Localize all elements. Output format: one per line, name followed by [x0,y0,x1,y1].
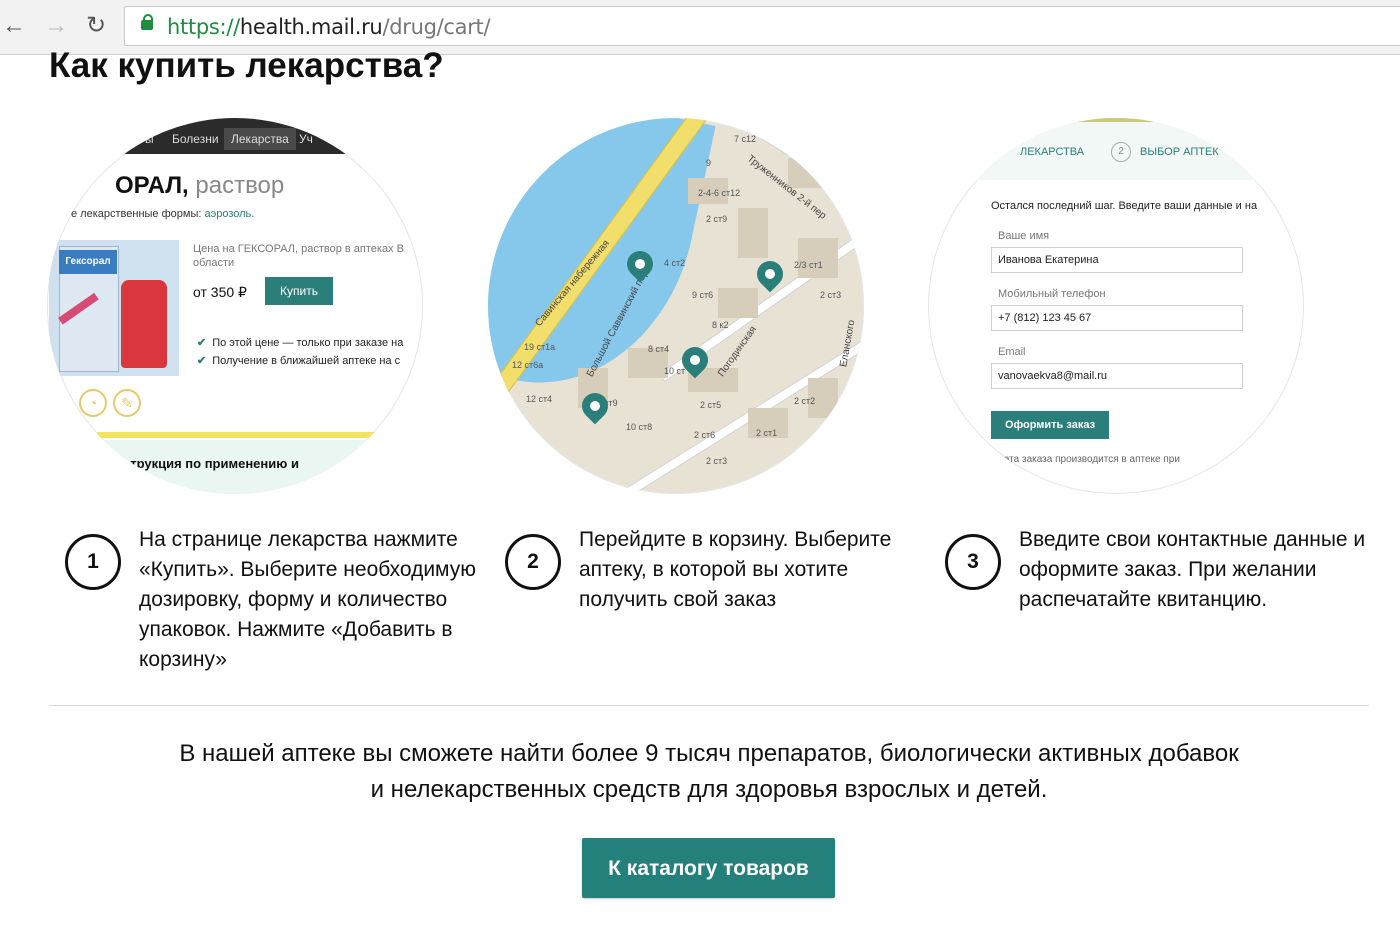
name-field: Иванова Екатерина [991,247,1243,273]
drug-forms: е лекарственные формы: аэрозоль. [71,208,255,220]
reload-icon[interactable]: ↻ [82,12,110,40]
step-text-2: Перейдите в корзину. Выберите аптеку, в … [579,528,892,611]
drug-package-image: Гексорал [49,240,179,376]
step-number-3: 3 [945,534,1001,590]
price-value: от 350 ₽ [193,284,247,300]
back-icon[interactable]: ← [0,12,28,40]
illustration-map: Савинская набережная Большой Саввинский … [488,118,864,494]
forward-icon[interactable]: → [42,12,70,40]
check-icon: ✔ [197,355,207,367]
menu-item-drugs: Лекарства [224,128,296,150]
site-menu: ы Болезни Лекарства Уч [47,118,423,154]
email-label: Email [998,346,1026,358]
menu-item-partial: ы [145,132,154,146]
address-bar[interactable]: https://health.mail.ru/drug/cart/ [124,6,1400,46]
name-label: Ваше имя [998,230,1050,242]
check-icon: ✔ [197,337,207,349]
menu-item-diseases: Болезни [172,132,219,146]
illustration-drug-page: ы Болезни Лекарства Уч ОРАЛ, раствор е л… [47,118,423,494]
pill-icon: ✎ [113,389,141,417]
pregnancy-icon: ◔ [79,389,107,417]
check-item: ✔ Получение в ближайшей аптеке на с [197,355,401,367]
order-button: Оформить заказ [991,411,1109,439]
payment-note: лата заказа производится в аптеке при [998,454,1180,465]
phone-label: Мобильный телефон [998,288,1106,300]
price-caption: Цена на ГЕКСОРАЛ, раствор в аптеках В об… [193,243,404,269]
page-title: Как купить лекарства? [49,46,444,85]
buy-button: Купить [265,277,333,305]
catalog-button[interactable]: К каталогу товаров [582,838,835,898]
divider [49,705,1369,706]
illustration-order-form: ЛЕКАРСТВА 2 ВЫБОР АПТЕК Остался последни… [928,118,1304,494]
drug-title: ОРАЛ, раствор [115,172,285,199]
form-hint: Остался последний шаг. Введите ваши данн… [991,200,1258,212]
menu-item-partial-right: Уч [299,132,313,146]
order-steps: ЛЕКАРСТВА 2 ВЫБОР АПТЕК [928,118,1304,180]
phone-field: +7 (812) 123 45 67 [991,305,1243,331]
step-text-3: Введите свои контактные данные и оформит… [1019,528,1366,611]
step-text-1: На странице лекарства нажмите «Купить». … [139,528,476,671]
promo-text: В нашей аптеке вы сможете найти более 9 … [179,740,1239,803]
check-item: ✔ По этой цене — только при заказе на [197,337,404,349]
step-number-2: 2 [505,534,561,590]
instructions-bar: струкция по применению и [47,440,423,494]
url-text: https://health.mail.ru/drug/cart/ [167,15,491,39]
step-number-1: 1 [65,534,121,590]
lock-icon [141,14,153,30]
email-field: vanovaekva8@mail.ru [991,363,1243,389]
